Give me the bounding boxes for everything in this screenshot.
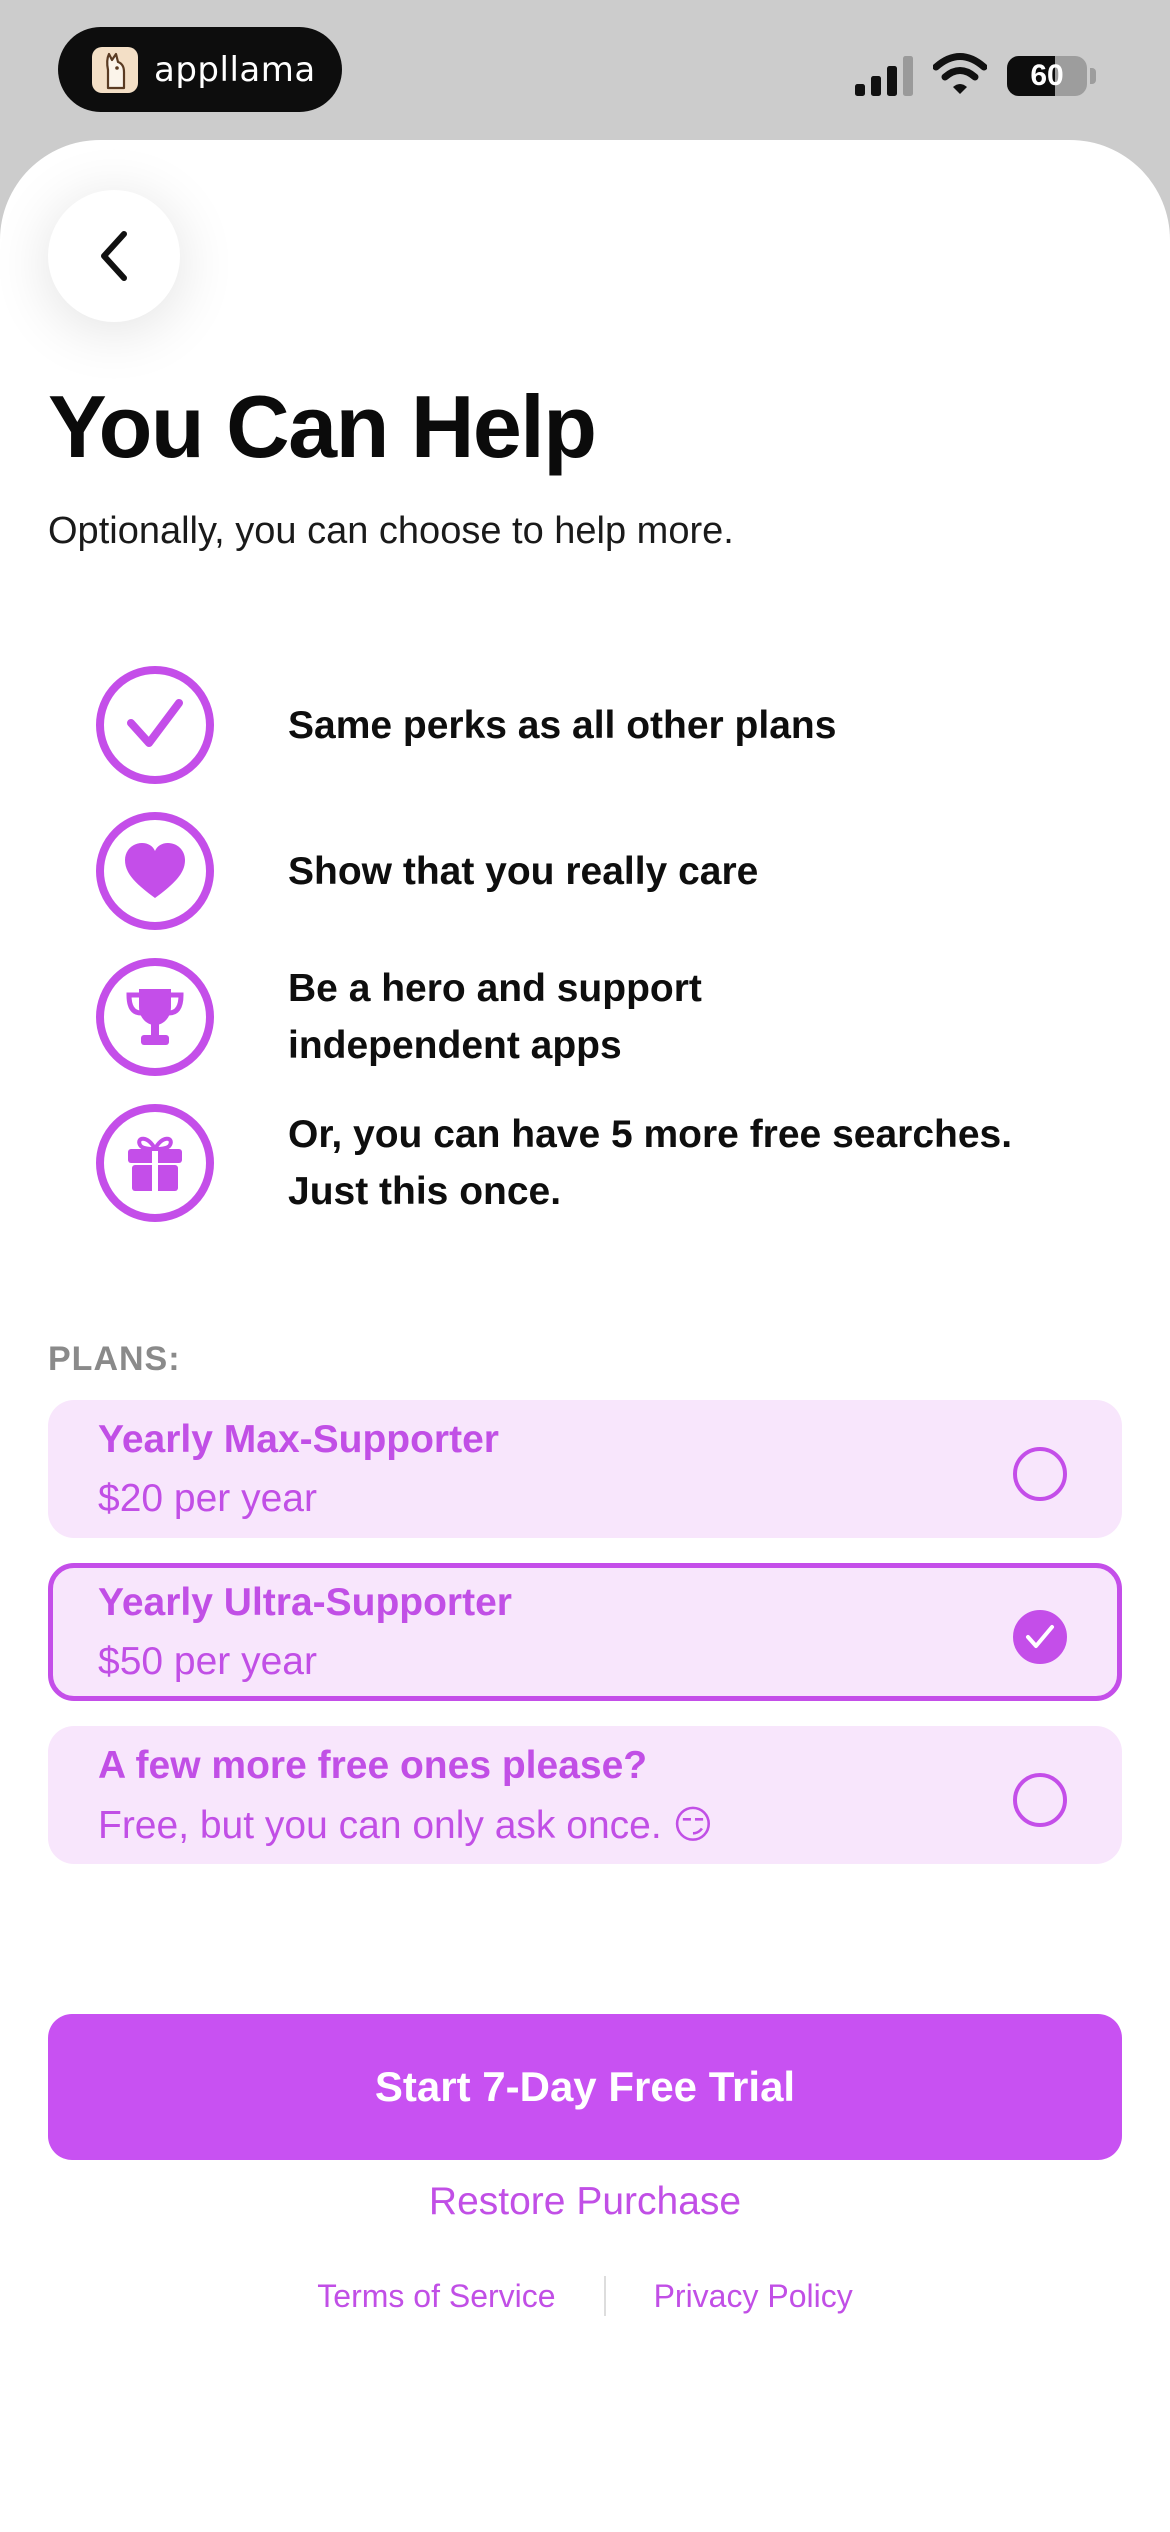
paywall-sheet: You Can Help Optionally, you can choose …: [0, 140, 1170, 2532]
llama-logo-icon: [92, 46, 138, 93]
legal-links: Terms of Service Privacy Policy: [0, 2276, 1170, 2316]
heart-icon: [96, 812, 214, 930]
plans-label: PLANS:: [48, 1340, 181, 1378]
perk-item: Same perks as all other plans: [96, 666, 836, 784]
perk-item: Or, you can have 5 more free searches. J…: [96, 1104, 1012, 1222]
perk-text: Be a hero and support independent apps: [288, 967, 702, 1067]
status-bar: appllama 60: [0, 0, 1170, 140]
plan-name: Yearly Max-Supporter: [98, 1418, 499, 1461]
plan-name: Yearly Ultra-Supporter: [98, 1581, 512, 1624]
plan-price: $20 per year: [98, 1477, 317, 1520]
link-divider: [603, 2276, 606, 2316]
perk-item: Be a hero and support independent apps: [96, 958, 702, 1076]
page-title: You Can Help: [48, 377, 597, 476]
chevron-left-icon: [101, 231, 127, 281]
app-indicator-pill[interactable]: appllama: [58, 27, 342, 112]
terms-of-service-link[interactable]: Terms of Service: [317, 2278, 555, 2315]
plan-price: Free, but you can only ask once. 😏: [98, 1804, 714, 1847]
restore-purchase-link[interactable]: Restore Purchase: [0, 2180, 1170, 2224]
plan-option-ultra-supporter[interactable]: Yearly Ultra-Supporter $50 per year: [48, 1563, 1122, 1701]
radio-selected-check-icon[interactable]: [1013, 1610, 1067, 1664]
plan-option-free-searches[interactable]: A few more free ones please? Free, but y…: [48, 1726, 1122, 1864]
battery-indicator: 60: [1007, 56, 1087, 96]
cellular-signal-icon: [855, 56, 913, 96]
perk-text: Same perks as all other plans: [288, 703, 837, 747]
battery-nub: [1090, 68, 1096, 84]
radio-unselected-icon[interactable]: [1013, 1447, 1067, 1501]
perk-text: Or, you can have 5 more free searches. J…: [288, 1113, 1013, 1213]
trophy-icon: [96, 958, 214, 1076]
start-free-trial-button[interactable]: Start 7-Day Free Trial: [48, 2014, 1122, 2160]
plan-price: $50 per year: [98, 1640, 317, 1683]
perk-item: Show that you really care: [96, 812, 758, 930]
gift-icon: [96, 1104, 214, 1222]
radio-unselected-icon[interactable]: [1013, 1773, 1067, 1827]
wifi-icon: [933, 53, 987, 94]
battery-percentage: 60: [1030, 59, 1064, 92]
plan-option-max-supporter[interactable]: Yearly Max-Supporter $20 per year: [48, 1400, 1122, 1538]
checkmark-icon: [96, 666, 214, 784]
page-subtitle: Optionally, you can choose to help more.: [48, 510, 734, 552]
screen: appllama 60 You Can Help Optionally, you…: [0, 0, 1170, 2532]
perk-text: Show that you really care: [288, 849, 759, 893]
privacy-policy-link[interactable]: Privacy Policy: [654, 2278, 853, 2315]
plan-name: A few more free ones please?: [98, 1744, 648, 1787]
back-button[interactable]: [48, 190, 180, 322]
app-name: appllama: [154, 49, 316, 90]
